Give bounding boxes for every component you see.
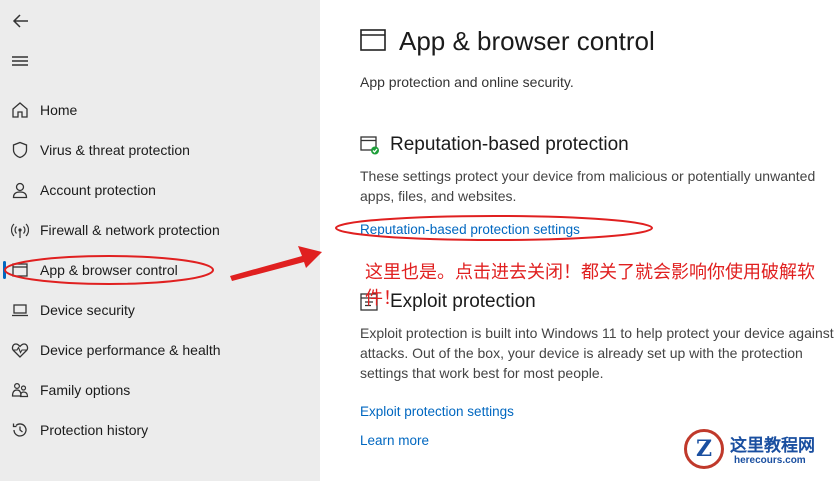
watermark-emblem: Z (684, 429, 724, 469)
hamburger-menu-button[interactable] (10, 51, 32, 71)
hamburger-icon (12, 56, 28, 66)
app-window-icon (10, 260, 30, 280)
sidebar-item-account-protection[interactable]: Account protection (0, 172, 320, 208)
heart-pulse-icon (10, 340, 30, 360)
sidebar-item-label: Firewall & network protection (40, 222, 220, 238)
sidebar-item-family-options[interactable]: Family options (0, 372, 320, 408)
back-button[interactable] (10, 10, 32, 32)
sidebar: Home Virus & threat protection Account p… (0, 0, 320, 481)
sidebar-item-label: Home (40, 102, 78, 118)
sidebar-item-device-performance[interactable]: Device performance & health (0, 332, 320, 368)
page-subtitle: App protection and online security. (360, 74, 574, 90)
reputation-section-title: Reputation-based protection (390, 134, 629, 155)
exploit-settings-link[interactable]: Exploit protection settings (360, 404, 514, 419)
person-icon (10, 180, 30, 200)
sidebar-item-device-security[interactable]: Device security (0, 292, 320, 328)
learn-more-link[interactable]: Learn more (360, 433, 429, 448)
watermark-letter: Z (695, 436, 713, 462)
watermark-logo: Z 这里教程网 herecours.com (684, 429, 830, 475)
family-icon (10, 380, 30, 400)
laptop-icon (10, 300, 30, 320)
active-indicator (3, 261, 6, 279)
sidebar-item-label: App & browser control (40, 262, 178, 278)
sidebar-item-firewall[interactable]: Firewall & network protection (0, 212, 320, 248)
exploit-description: Exploit protection is built into Windows… (360, 325, 834, 381)
reputation-shield-icon (360, 136, 379, 155)
shield-icon (10, 140, 30, 160)
sidebar-item-label: Protection history (40, 422, 149, 438)
sidebar-item-label: Device performance & health (40, 342, 221, 358)
app-window-icon (360, 29, 386, 51)
page-title: App & browser control (399, 26, 655, 56)
sidebar-item-virus-threat[interactable]: Virus & threat protection (0, 132, 320, 168)
main-content: App & browser control App protection and… (320, 0, 834, 481)
sidebar-item-label: Family options (40, 382, 131, 398)
watermark-url: herecours.com (734, 455, 806, 466)
annotation-text: 这里也是。点击进去关闭！都关了就会影响你使用破解软件！ (365, 262, 815, 309)
sidebar-item-protection-history[interactable]: Protection history (0, 412, 320, 448)
wifi-icon (10, 220, 30, 240)
watermark-title: 这里教程网 (730, 436, 815, 456)
history-icon (10, 420, 30, 440)
sidebar-item-label: Virus & threat protection (40, 142, 190, 158)
reputation-settings-link[interactable]: Reputation-based protection settings (360, 222, 580, 237)
sidebar-item-home[interactable]: Home (0, 92, 320, 128)
sidebar-item-label: Device security (40, 302, 135, 318)
reputation-description: These settings protect your device from … (360, 168, 816, 204)
home-icon (10, 100, 30, 120)
sidebar-item-app-browser[interactable]: App & browser control (0, 252, 320, 288)
sidebar-item-label: Account protection (40, 182, 156, 198)
back-arrow-icon (12, 14, 28, 28)
